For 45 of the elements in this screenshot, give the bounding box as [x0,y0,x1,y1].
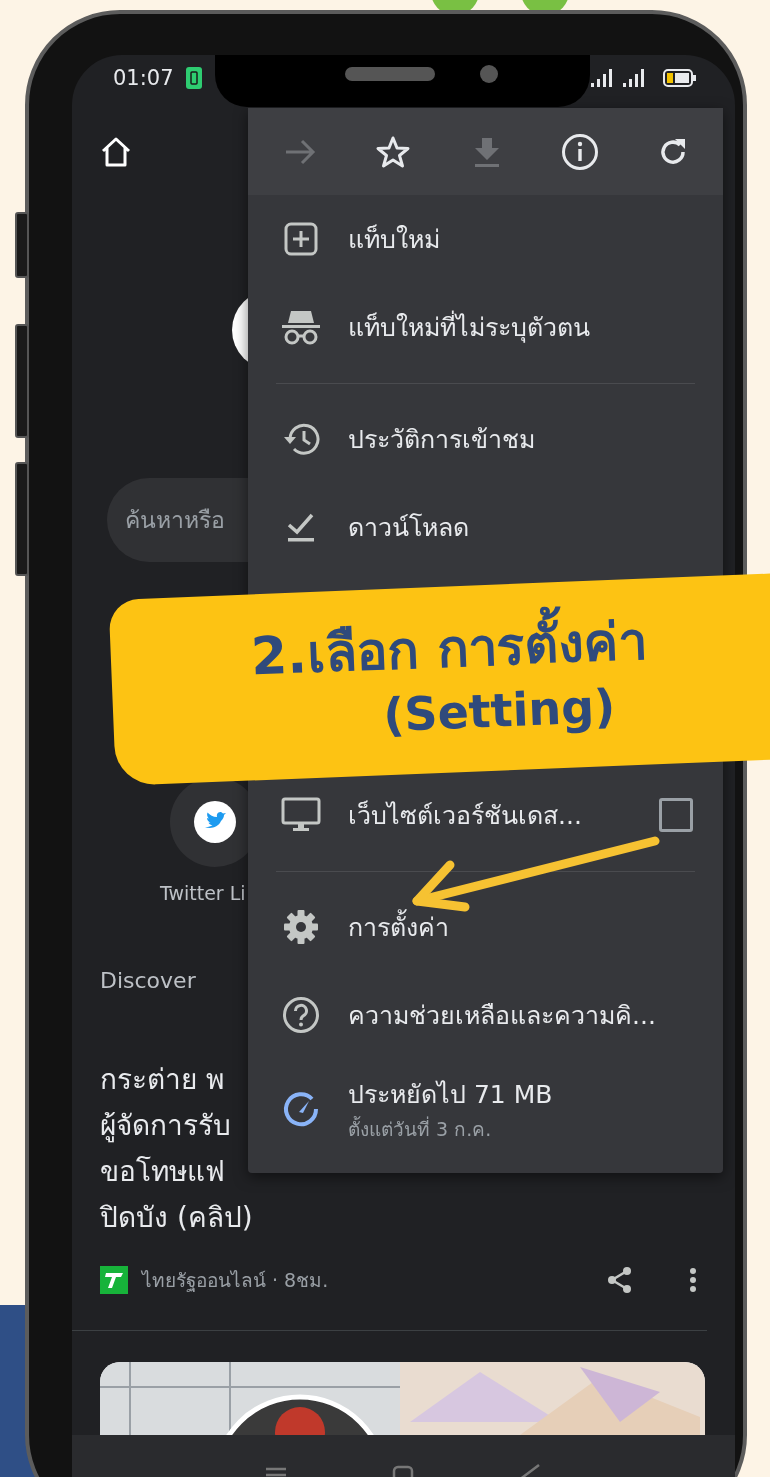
home-icon[interactable] [100,137,132,167]
menu-item[interactable]: เว็บไซต์เวอร์ชันเดส... [248,785,723,845]
menu-item-sublabel: ตั้งแต่วันที่ 3 ก.ค. [348,1115,493,1142]
plus-box-icon [283,221,319,257]
menu-item-label: ประวัติการเข้าชม [348,424,535,456]
gauge-icon [282,1090,320,1128]
shortcut-label: Twitter Li [160,881,246,906]
article-title[interactable]: กระต่าย พ [100,1057,224,1103]
menu-item[interactable]: ความช่วยเหลือและความคิ... [248,971,723,1059]
bird-icon [193,800,237,844]
article-source: ไทยรัฐออนไลน์ · 8ชม. [142,1268,329,1294]
article-title[interactable]: ปิดบัง (คลิป) [100,1195,253,1241]
more-icon[interactable] [689,1267,697,1293]
info-icon [560,132,599,171]
article-title[interactable]: ผู้จัดการรับ [100,1103,231,1149]
menu-item[interactable]: ประวัติการเข้าชม [248,395,723,483]
section-title: Discover [100,967,196,995]
history-icon [282,421,320,457]
menu-item-label: ดาวน์โหลด [348,512,469,544]
menu-item[interactable]: การตั้งค่า [248,883,723,971]
star-icon [375,134,412,169]
callout-text: (Setting) [382,677,617,745]
settings-icon [283,909,319,945]
menu-item-label: การตั้งค่า [348,907,449,947]
status-time: 01:07 [113,66,174,90]
menu-item-label: แท็บใหม่ [348,223,440,256]
monitor-icon [281,797,321,833]
menu-item-label: เว็บไซต์เวอร์ชันเดส... [348,799,582,832]
menu-item[interactable]: ประหยัดไป 71 MB ตั้งแต่วันที่ 3 ก.ค. [248,1059,723,1159]
news-logo-icon [100,1266,128,1294]
check-icon [286,511,316,543]
battery-charging-icon [185,67,202,89]
checkbox[interactable] [659,798,693,832]
menu-item-label: ความช่วยเหลือและความคิ... [348,1000,656,1032]
home-button-icon[interactable] [391,1463,416,1477]
menu-item[interactable]: ดาวน์โหลด [248,483,723,571]
download-icon [472,135,501,168]
menu-item-label: ประหยัดไป 71 MB [348,1079,553,1111]
menu-item[interactable]: แท็บใหม่ที่ไม่ระบุตัวตน [248,283,723,371]
article-title[interactable]: ขอโทษแฟ [100,1149,225,1195]
menu-item-label: แท็บใหม่ที่ไม่ระบุตัวตน [348,307,590,347]
incognito-icon [281,309,321,345]
battery-icon [663,69,697,87]
help-icon [282,996,320,1034]
menu-item[interactable]: แท็บใหม่ [248,195,723,283]
